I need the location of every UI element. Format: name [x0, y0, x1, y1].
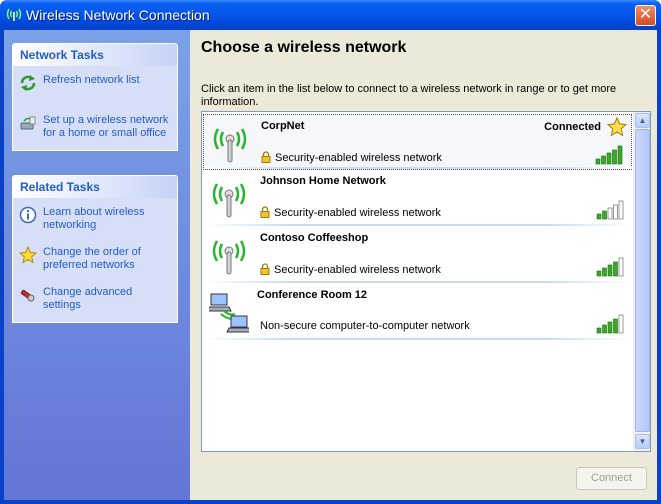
- scroll-down-button[interactable]: ▼: [635, 434, 650, 449]
- item-separator: [204, 167, 633, 169]
- access-point-icon: [212, 183, 246, 218]
- signal-strength-icon: [596, 257, 624, 277]
- security-text: Security-enabled wireless network: [260, 206, 441, 219]
- setup-wireless-icon: [20, 116, 36, 130]
- network-name: Conference Room 12: [257, 289, 368, 301]
- security-text: Non-secure computer-to-computer network: [260, 320, 470, 332]
- preferred-star-icon: [607, 117, 627, 137]
- title-bar[interactable]: Wireless Network Connection ✕: [0, 0, 661, 30]
- item-separator: [203, 224, 632, 226]
- signal-strength-icon: [596, 314, 624, 334]
- learn-about-wireless-link[interactable]: Learn about wireless networking: [19, 206, 171, 234]
- related-tasks-heading[interactable]: Related Tasks: [13, 176, 177, 198]
- lock-icon: [261, 151, 271, 163]
- connection-status: Connected: [544, 121, 601, 133]
- main-pane: Choose a wireless network Click an item …: [190, 30, 657, 500]
- lock-icon: [260, 206, 270, 218]
- vertical-scrollbar[interactable]: ▲ ▼: [633, 112, 650, 451]
- related-tasks-body: Learn about wireless networking Change t…: [13, 198, 177, 322]
- change-advanced-settings-label: Change advanced settings: [43, 286, 133, 311]
- info-icon: [19, 206, 37, 224]
- security-text: Security-enabled wireless network: [260, 263, 441, 276]
- page-title: Choose a wireless network: [201, 39, 407, 56]
- security-label: Security-enabled wireless network: [275, 152, 442, 164]
- connect-button[interactable]: Connect: [576, 467, 647, 490]
- star-icon: [19, 246, 37, 264]
- related-tasks-panel: Related Tasks Learn about wireless netwo…: [12, 175, 178, 323]
- window-title: Wireless Network Connection: [26, 7, 210, 23]
- network-item-corpnet[interactable]: CorpNet Connected Security-enabled wirel…: [203, 114, 633, 170]
- instructions-text: Click an item in the list below to conne…: [201, 83, 617, 108]
- network-item-contoso-coffeeshop[interactable]: Contoso Coffeeshop Security-enabled wire…: [203, 227, 632, 283]
- lock-icon: [260, 263, 270, 275]
- security-text: Security-enabled wireless network: [261, 151, 442, 164]
- refresh-network-list-label: Refresh network list: [43, 74, 140, 86]
- refresh-network-list-link[interactable]: Refresh network list: [19, 74, 171, 102]
- network-name: CorpNet: [261, 120, 305, 132]
- network-tasks-panel: Network Tasks Refresh network list Set u…: [12, 43, 178, 151]
- network-item-conference-room-12[interactable]: Conference Room 12 Non-secure computer-t…: [203, 284, 632, 340]
- chevron-up-icon: ▲: [638, 116, 647, 125]
- wireless-icon: [6, 8, 22, 21]
- network-name: Contoso Coffeeshop: [260, 232, 369, 244]
- client-area: Network Tasks Refresh network list Set u…: [4, 30, 657, 500]
- change-advanced-settings-link[interactable]: Change advanced settings: [19, 286, 171, 314]
- security-label: Security-enabled wireless network: [274, 207, 441, 219]
- close-button[interactable]: ✕: [635, 5, 656, 26]
- setup-wireless-network-label: Set up a wireless network for a home or …: [43, 114, 169, 139]
- close-icon: ✕: [638, 6, 653, 23]
- settings-icon: [20, 289, 35, 302]
- window: Wireless Network Connection ✕ Network Ta…: [0, 0, 661, 504]
- computer-to-computer-icon: [209, 293, 249, 333]
- access-point-icon: [213, 128, 247, 163]
- network-name: Johnson Home Network: [260, 175, 386, 187]
- network-list[interactable]: CorpNet Connected Security-enabled wirel…: [201, 111, 651, 452]
- network-tasks-heading[interactable]: Network Tasks: [13, 44, 177, 66]
- change-order-preferred-link[interactable]: Change the order of preferred networks: [19, 246, 171, 274]
- scroll-up-button[interactable]: ▲: [635, 113, 650, 128]
- network-item-johnson-home[interactable]: Johnson Home Network Security-enabled wi…: [203, 170, 632, 226]
- signal-strength-icon: [595, 145, 623, 165]
- refresh-icon: [20, 75, 36, 91]
- change-order-preferred-label: Change the order of preferred networks: [43, 246, 141, 271]
- signal-strength-icon: [596, 200, 624, 220]
- item-separator: [203, 281, 632, 283]
- scroll-thumb[interactable]: [635, 129, 650, 432]
- setup-wireless-network-link[interactable]: Set up a wireless network for a home or …: [19, 114, 171, 142]
- sidebar: Network Tasks Refresh network list Set u…: [4, 30, 190, 500]
- item-separator: [203, 338, 632, 340]
- learn-about-wireless-label: Learn about wireless networking: [43, 206, 145, 231]
- security-label: Security-enabled wireless network: [274, 264, 441, 276]
- security-label: Non-secure computer-to-computer network: [260, 320, 470, 332]
- chevron-down-icon: ▼: [638, 437, 647, 446]
- access-point-icon: [212, 240, 246, 275]
- network-tasks-body: Refresh network list Set up a wireless n…: [13, 66, 177, 150]
